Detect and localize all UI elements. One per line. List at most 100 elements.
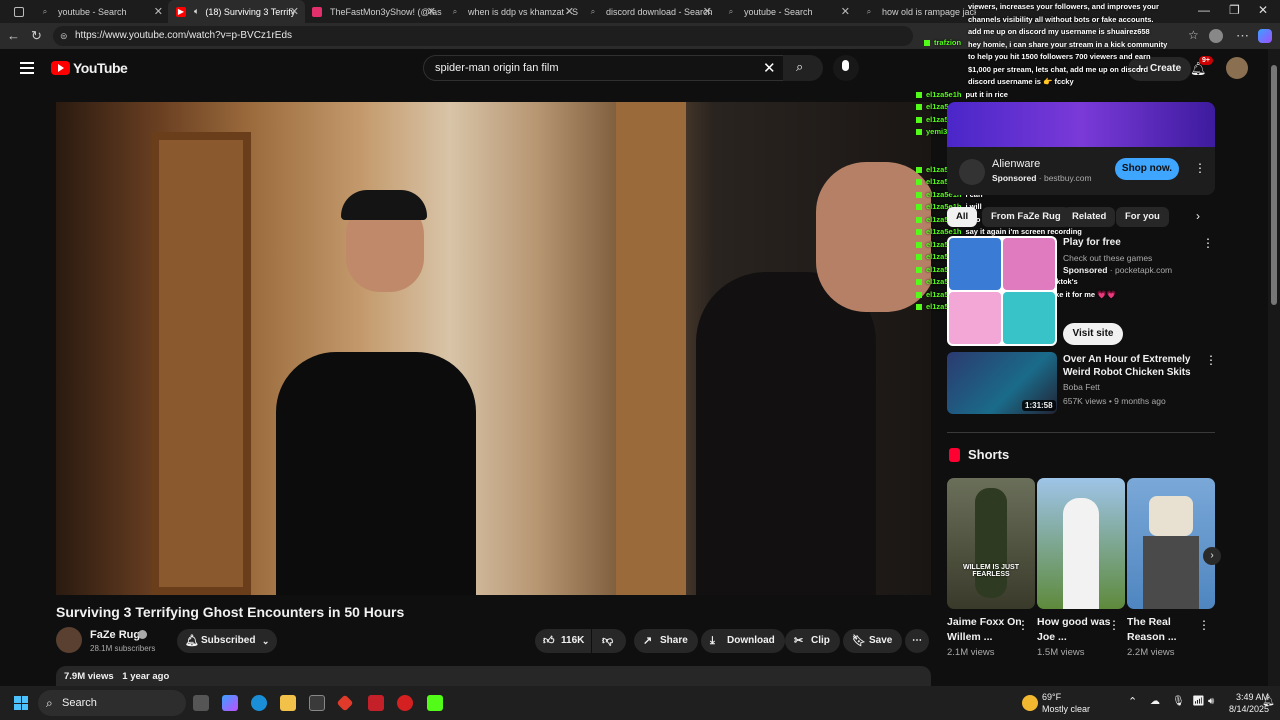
kick-icon[interactable] — [427, 695, 443, 711]
save-button[interactable]: 🔖︎ Save — [843, 629, 903, 653]
chip-for-you[interactable]: For you — [1116, 207, 1169, 227]
scrollbar-thumb[interactable] — [1271, 65, 1277, 305]
channel-name[interactable]: FaZe Rug — [90, 629, 140, 641]
short-card-3[interactable] — [1127, 478, 1215, 609]
wifi-icon[interactable]: 📶︎ — [1192, 696, 1205, 707]
close-icon[interactable]: ✕ — [427, 5, 436, 18]
tab-search-ddp[interactable]: ⌕ when is ddp vs khamzat - S ✕ — [442, 0, 580, 23]
tab-search-discord[interactable]: ⌕ discord download - Search ✕ — [580, 0, 718, 23]
tab-instagram[interactable]: TheFastMon3yShow! (@fas ✕ — [304, 0, 442, 23]
shorts-next-button[interactable]: › — [1203, 547, 1221, 565]
url-field[interactable]: ⊜ https://www.youtube.com/watch?v=p-BVCz… — [53, 26, 913, 46]
tab-current-video[interactable]: ▶ 🔈︎ (18) Surviving 3 Terrify ✕ — [168, 0, 305, 23]
file-explorer-icon[interactable] — [280, 695, 296, 711]
weather-description[interactable]: Mostly clear — [1042, 704, 1090, 714]
ad-menu-icon[interactable]: ⋮ — [1194, 161, 1206, 175]
recommended-menu-icon[interactable]: ⋮ — [1205, 353, 1217, 367]
chevron-right-icon[interactable]: › — [1196, 209, 1200, 223]
short-title-3[interactable]: The Real Reason ... — [1127, 615, 1202, 645]
copilot-taskbar-icon[interactable] — [222, 695, 238, 711]
ad-banner[interactable] — [947, 102, 1215, 147]
chip-from-faze-rug[interactable]: From FaZe Rug — [982, 207, 1070, 227]
more-actions-button[interactable]: ⋯ — [905, 629, 929, 653]
youtube-logo[interactable]: YouTube — [51, 60, 128, 76]
recommended-title[interactable]: Over An Hour of Extremely Weird Robot Ch… — [1063, 353, 1193, 379]
tab-youtube-search-1[interactable]: ⌕ youtube - Search ✕ — [32, 0, 169, 23]
video-frame-door — [151, 132, 251, 595]
like-button[interactable]: 👍︎ 116K — [535, 629, 591, 653]
short-menu-icon[interactable]: ⋮ — [1108, 618, 1120, 632]
back-icon[interactable]: ← — [7, 28, 20, 43]
voice-search-button[interactable] — [833, 55, 859, 81]
tab-actions-button[interactable] — [6, 0, 34, 23]
chat-text: hey homie, i can share your stream in a … — [968, 39, 1168, 49]
short-menu-icon[interactable]: ⋮ — [1017, 618, 1029, 632]
game-ad-title[interactable]: Play for free — [1063, 236, 1121, 249]
download-button[interactable]: ⤓ Download — [701, 629, 785, 653]
close-icon[interactable]: ✕ — [290, 5, 299, 18]
edge-icon[interactable] — [251, 695, 267, 711]
game-ad-thumbnail[interactable] — [947, 236, 1057, 346]
advertiser-logo — [959, 159, 985, 185]
video-person-body — [276, 352, 476, 595]
game-tile-blue — [949, 238, 1001, 290]
clock-time[interactable]: 3:49 AM — [1236, 692, 1269, 702]
search-input[interactable]: spider-man origin fan film — [423, 55, 785, 81]
clear-search-icon[interactable]: ✕ — [763, 59, 776, 77]
kick-badge-icon — [916, 129, 922, 136]
menu-icon[interactable] — [20, 62, 34, 74]
tab-youtube-search-2[interactable]: ⌕ youtube - Search ✕ — [718, 0, 856, 23]
weather-icon[interactable] — [1022, 695, 1038, 711]
close-icon[interactable]: ✕ — [703, 5, 712, 18]
short-views-2: 1.5M views — [1037, 647, 1085, 658]
close-icon[interactable]: ✕ — [154, 5, 163, 18]
shop-now-button[interactable]: Shop now. — [1115, 158, 1179, 180]
search-icon: ⌕ — [42, 6, 48, 16]
app-icon-red-diamond[interactable] — [336, 694, 354, 712]
chat-message: channels visibility all without bots or … — [968, 15, 1153, 25]
video-frame-doorframe — [616, 102, 686, 595]
short-title-1[interactable]: Jaime Foxx On Willem ... — [947, 615, 1022, 645]
taskbar-search-box[interactable]: ⌕ Search — [38, 690, 186, 716]
game-ad-subtitle: Check out these games — [1063, 253, 1153, 263]
short-overlay-text: WILLEM IS JUST FEARLESS — [963, 564, 1019, 578]
store-icon[interactable] — [309, 695, 325, 711]
windows-start-icon[interactable] — [14, 696, 28, 710]
short-menu-icon[interactable]: ⋮ — [1198, 618, 1210, 632]
task-view-icon[interactable] — [193, 695, 209, 711]
mcafee-icon[interactable] — [368, 695, 384, 711]
short-title-2[interactable]: How good was Joe ... — [1037, 615, 1112, 645]
like-count: 116K — [561, 635, 585, 646]
search-icon: ⌕ — [866, 6, 872, 16]
chip-all[interactable]: All — [947, 207, 978, 227]
chevron-up-icon[interactable]: ⌃ — [1128, 695, 1137, 708]
subscribed-button[interactable]: 🔔︎ Subscribed ⌄ — [177, 629, 278, 653]
video-player[interactable] — [56, 102, 931, 595]
game-tile-teal — [1003, 292, 1055, 344]
refresh-icon[interactable]: ↻ — [31, 28, 42, 44]
game-ad-menu-icon[interactable]: ⋮ — [1202, 236, 1214, 250]
visit-site-button[interactable]: Visit site — [1063, 323, 1123, 345]
channel-avatar[interactable] — [56, 627, 82, 653]
short-card-1[interactable]: WILLEM IS JUST FEARLESS — [947, 478, 1035, 609]
weather-temperature[interactable]: 69°F — [1042, 692, 1061, 702]
tab-label: TheFastMon3yShow! (@fas — [330, 6, 442, 17]
chevron-right-icon: › — [1210, 550, 1214, 561]
speaker-icon[interactable]: 🔈︎ — [194, 6, 199, 17]
share-button[interactable]: ↗ Share — [634, 629, 698, 653]
app-icon-red-circle[interactable] — [397, 695, 413, 711]
volume-icon[interactable]: 🔊︎ — [1208, 696, 1214, 707]
page-scrollbar[interactable] — [1268, 49, 1280, 686]
recommended-channel[interactable]: Boba Fett — [1063, 382, 1100, 392]
search-button[interactable]: ⌕ — [783, 55, 823, 81]
clock-date[interactable]: 8/14/2025 — [1229, 704, 1269, 714]
microphone-icon[interactable]: 🎙︎ — [1172, 696, 1185, 707]
chat-text: add me up on discord my username is shua… — [968, 27, 1150, 36]
short-card-2[interactable] — [1037, 478, 1125, 609]
clip-button[interactable]: ✂ Clip — [785, 629, 840, 653]
dislike-button[interactable]: 👎︎ — [592, 629, 626, 653]
cloud-icon[interactable]: ☁ — [1150, 696, 1160, 707]
close-icon[interactable]: ✕ — [841, 5, 850, 18]
close-icon[interactable]: ✕ — [565, 5, 574, 18]
chip-related[interactable]: Related — [1063, 207, 1116, 227]
